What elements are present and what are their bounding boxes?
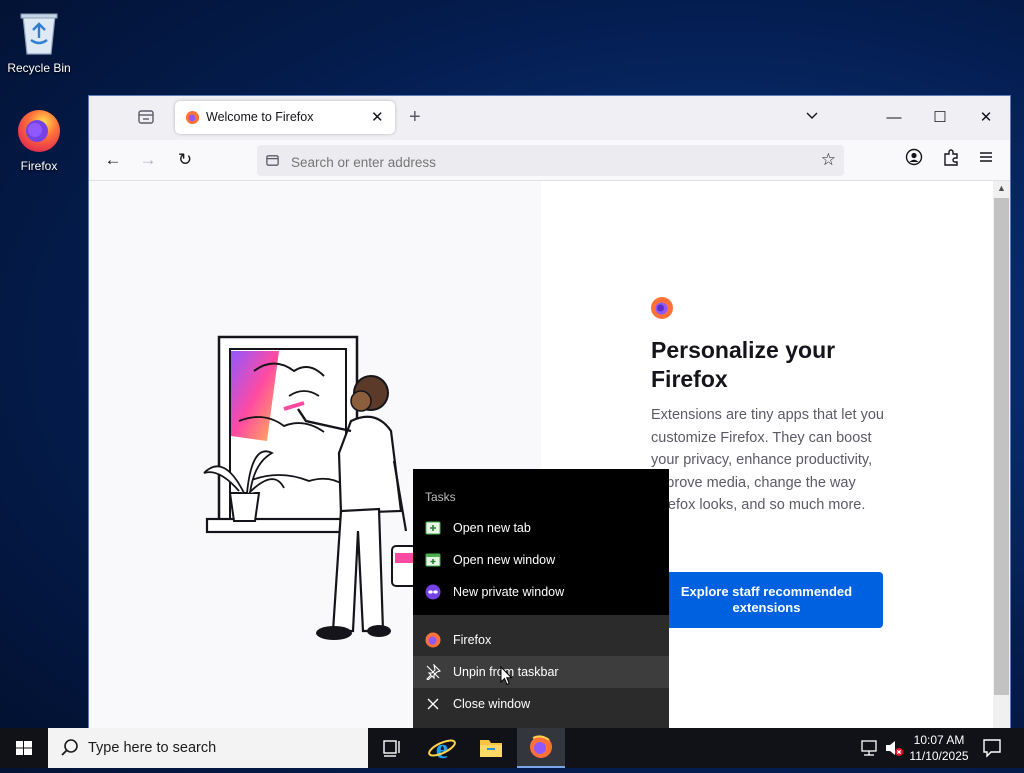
bookmark-star-icon[interactable]: ☆: [821, 150, 836, 170]
firefox-logo-icon: [651, 297, 673, 319]
close-window-button[interactable]: ✕: [963, 104, 1009, 132]
puzzle-icon: [944, 149, 958, 166]
taskbar-internet-explorer[interactable]: e: [418, 728, 466, 768]
firefox-view-button[interactable]: [137, 108, 157, 128]
jump-list-item-label: Open new tab: [453, 521, 531, 535]
jump-list-item-firefox[interactable]: Firefox: [413, 624, 669, 656]
nav-bar: ← → ↻ ☆: [89, 140, 1010, 181]
firefox-view-icon: [138, 110, 154, 124]
menu-button[interactable]: [974, 148, 998, 172]
tab-bar: Welcome to Firefox ✕ + — ☐ ✕: [89, 96, 1010, 140]
tab-close-icon[interactable]: ✕: [371, 108, 384, 126]
desktop-icon-label: Firefox: [20, 159, 58, 173]
jump-list-item-label: Firefox: [453, 633, 492, 647]
new-tab-button[interactable]: +: [409, 106, 421, 129]
tab-title: Welcome to Firefox: [206, 110, 314, 124]
jump-list-item-label: New private window: [453, 585, 565, 599]
reload-button[interactable]: ↻: [173, 148, 197, 172]
hamburger-menu-icon: [980, 152, 992, 162]
account-icon: [905, 148, 923, 166]
task-view-button[interactable]: [368, 728, 416, 768]
notification-icon: [983, 739, 1001, 758]
jump-list-item-open-new-window[interactable]: Open new window: [413, 544, 669, 576]
taskbar-firefox[interactable]: [517, 728, 565, 768]
network-button[interactable]: [858, 728, 882, 768]
desktop-icon-label: Recycle Bin: [7, 61, 71, 75]
jump-list-header: Tasks: [425, 490, 456, 504]
page-icon: [266, 155, 279, 166]
page-description: Extensions are tiny apps that let you cu…: [651, 407, 884, 513]
search-placeholder: Type here to search: [88, 740, 217, 756]
system-clock[interactable]: 10:07 AM 11/10/2025: [905, 732, 973, 764]
vertical-scrollbar[interactable]: ▲: [993, 181, 1010, 728]
page-heading: Personalize your Firefox: [651, 337, 836, 392]
clock-date: 11/10/2025: [909, 749, 969, 763]
chevron-down-icon: [806, 112, 818, 119]
jump-list-app-section: Firefox Unpin from taskbar Close window: [413, 615, 669, 728]
desktop: { "desktop": { "icons": [ {"label": "Rec…: [0, 0, 1024, 768]
mouse-cursor-icon: [500, 666, 513, 686]
svg-text:e: e: [436, 734, 448, 765]
search-icon: [61, 739, 78, 756]
taskbar-search-box[interactable]: Type here to search: [48, 728, 368, 768]
taskbar: Type here to search e 10:07 AM 11/10/202…: [0, 728, 1024, 768]
list-all-tabs-button[interactable]: [805, 109, 819, 128]
account-button[interactable]: [902, 148, 926, 172]
recycle-bin-icon: [20, 13, 58, 55]
file-explorer-icon: [480, 740, 502, 757]
action-center-button[interactable]: [980, 728, 1004, 768]
firefox-favicon-icon: [185, 110, 200, 125]
start-button[interactable]: [0, 728, 48, 768]
new-tab-icon: [425, 521, 441, 535]
taskbar-jump-list: Tasks Open new tab Open new window New p…: [413, 469, 669, 728]
task-view-icon: [383, 740, 400, 757]
jump-list-item-unpin-from-taskbar[interactable]: Unpin from taskbar: [413, 656, 669, 688]
scrollbar-thumb[interactable]: [994, 198, 1009, 695]
desktop-icon-firefox[interactable]: Firefox: [3, 106, 75, 173]
jump-list-item-close-window[interactable]: Close window: [413, 688, 669, 720]
jump-list-item-new-private-window[interactable]: New private window: [413, 576, 669, 608]
firefox-icon: [425, 632, 441, 648]
firefox-icon: [18, 110, 60, 152]
address-input[interactable]: [289, 151, 793, 173]
internet-explorer-icon: e: [428, 734, 456, 765]
unpin-icon: [426, 664, 441, 680]
back-button[interactable]: ←: [101, 148, 125, 172]
network-icon: [861, 740, 877, 756]
volume-button[interactable]: [882, 728, 906, 768]
firefox-icon: [530, 735, 552, 758]
minimize-button[interactable]: —: [871, 104, 917, 132]
volume-muted-icon: [886, 741, 903, 756]
maximize-button[interactable]: ☐: [917, 104, 963, 132]
address-bar[interactable]: ☆: [257, 145, 844, 176]
forward-button[interactable]: →: [136, 148, 160, 172]
windows-logo-icon: [16, 741, 32, 755]
close-icon: [427, 698, 439, 710]
desktop-icon-recycle-bin[interactable]: Recycle Bin: [3, 8, 75, 75]
clock-time: 10:07 AM: [913, 733, 965, 747]
tab-welcome[interactable]: Welcome to Firefox ✕: [175, 101, 395, 134]
jump-list-item-label: Close window: [453, 697, 531, 711]
scroll-up-icon[interactable]: ▲: [997, 183, 1006, 193]
explore-extensions-button[interactable]: Explore staff recommended extensions: [650, 572, 883, 628]
jump-list-item-open-new-tab[interactable]: Open new tab: [413, 512, 669, 544]
extensions-button[interactable]: [939, 148, 963, 172]
taskbar-file-explorer[interactable]: [467, 728, 515, 768]
jump-list-item-label: Open new window: [453, 553, 556, 567]
new-window-icon: [425, 553, 441, 567]
private-window-icon: [425, 584, 441, 600]
